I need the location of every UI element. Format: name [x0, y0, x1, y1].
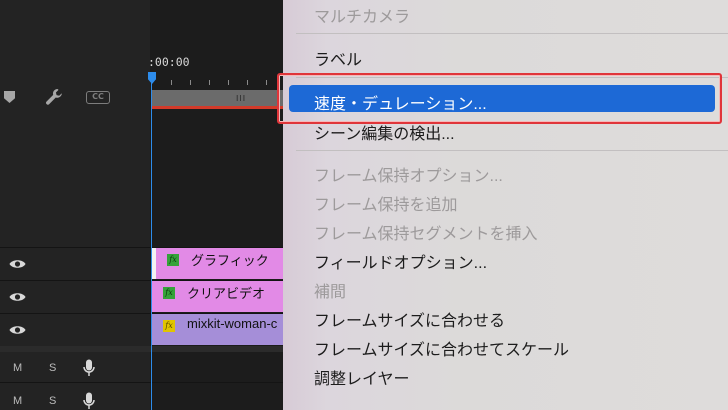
playhead-line[interactable] — [151, 82, 152, 410]
menu-separator — [296, 33, 728, 34]
clip-label: クリアビデオ — [187, 286, 266, 301]
solo-button[interactable]: S — [49, 395, 56, 407]
microphone-icon[interactable] — [83, 392, 95, 410]
ruler-tick — [266, 80, 267, 85]
ruler-tick — [247, 80, 248, 85]
ruler-tick — [228, 80, 229, 85]
ruler-tick — [209, 80, 210, 85]
clip-label: グラフィック — [191, 253, 269, 268]
mute-button[interactable]: M — [13, 395, 22, 407]
work-area-grip[interactable]: III — [236, 94, 246, 103]
microphone-icon[interactable] — [83, 359, 95, 377]
focus-outline — [277, 73, 722, 124]
fx-badge: fx — [167, 254, 179, 266]
context-menu: マルチカメラ ラベル 速度・デュレーション... シーン編集の検出... フレー… — [283, 0, 728, 410]
menu-separator — [296, 150, 728, 151]
eye-icon[interactable] — [9, 258, 26, 270]
menu-item-add-frame-hold: フレーム保持を追加 — [314, 197, 458, 214]
menu-item-interpolation: 補間 — [314, 284, 347, 301]
mute-button[interactable]: M — [13, 362, 22, 374]
fx-badge: fx — [163, 320, 175, 332]
menu-item-adjustment-layer[interactable]: 調整レイヤー — [314, 365, 410, 389]
fx-badge: fx — [163, 287, 175, 299]
solo-button[interactable]: S — [49, 362, 56, 374]
timeline-clip[interactable]: fx グラフィック — [152, 248, 300, 279]
menu-item-label[interactable]: ラベル — [314, 46, 362, 70]
menu-item-field-options[interactable]: フィールドオプション... — [314, 249, 487, 273]
timeline-clip[interactable]: fx クリアビデオ — [152, 281, 300, 312]
menu-item-frame-hold-options: フレーム保持オプション... — [314, 168, 503, 185]
timeline-panel: :00:00 III CC fx グラフィック fx クリアビデオ fx mix… — [0, 0, 300, 410]
menu-item-scale-to-frame-size[interactable]: フレームサイズに合わせてスケール — [314, 336, 569, 360]
menu-item-insert-frame-hold-segment: フレーム保持セグメントを挿入 — [314, 226, 538, 243]
ruler-tick — [171, 80, 172, 85]
video-audio-divider — [0, 346, 300, 352]
eye-icon[interactable] — [9, 291, 26, 303]
eye-icon[interactable] — [9, 324, 26, 336]
timeline-clip[interactable]: fx mixkit-woman-c — [152, 314, 300, 345]
captions-icon[interactable]: CC — [86, 91, 110, 104]
clip-label: mixkit-woman-c — [187, 316, 278, 331]
wrench-icon[interactable] — [44, 87, 64, 107]
ruler-tick — [190, 80, 191, 85]
ruler-timecode: :00:00 — [148, 55, 190, 69]
track-divider — [0, 382, 300, 383]
menu-item-set-to-frame-size[interactable]: フレームサイズに合わせる — [314, 307, 505, 331]
menu-item-multicamera: マルチカメラ — [314, 9, 411, 26]
